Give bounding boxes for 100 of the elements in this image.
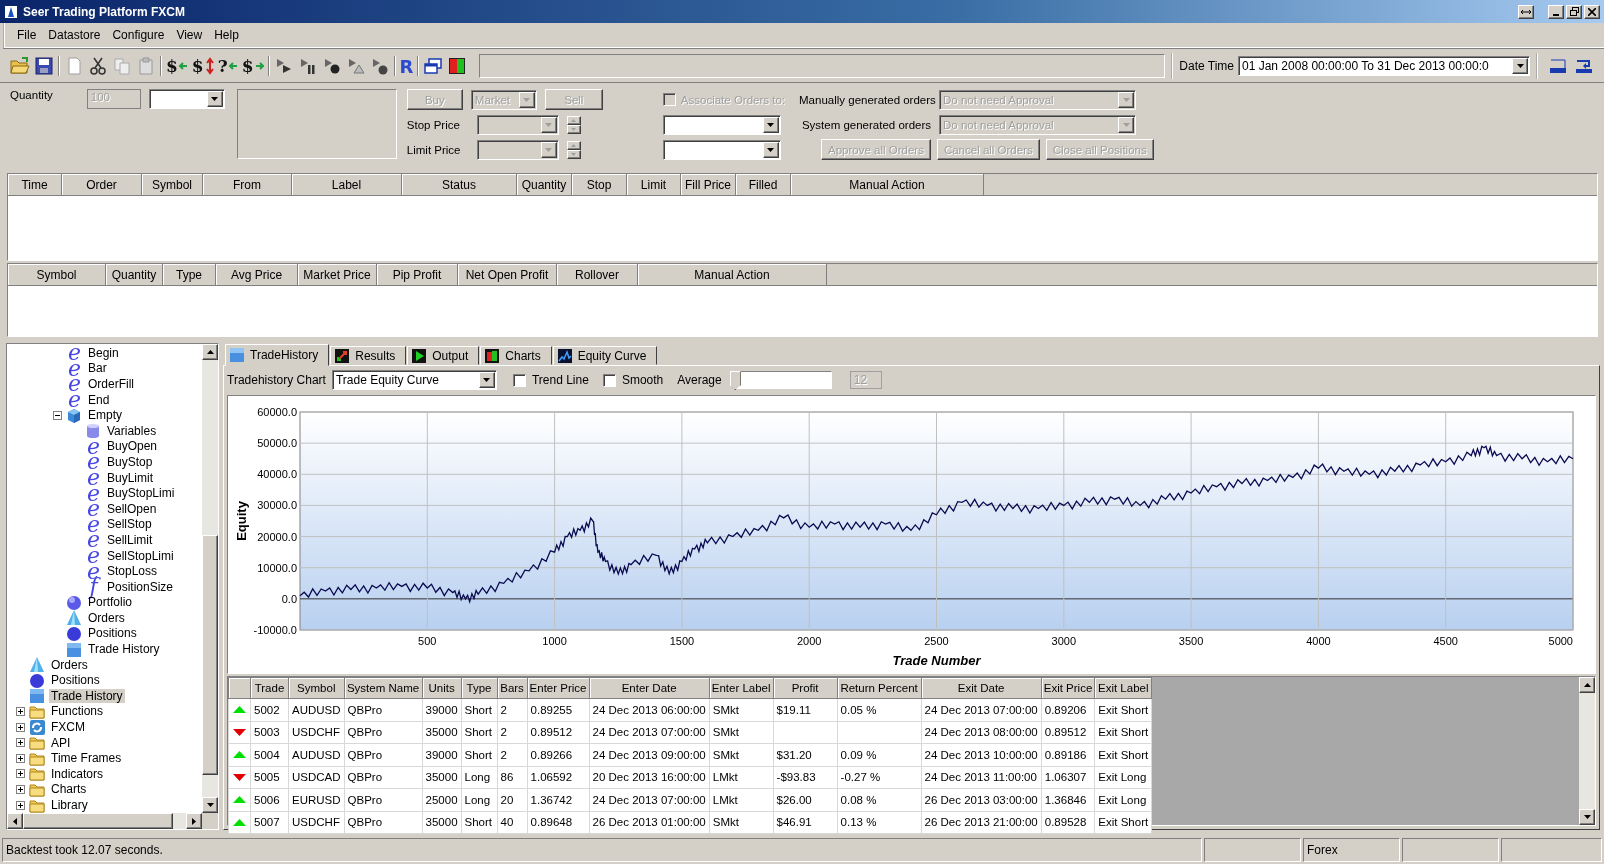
column-header[interactable]: Enter Label (709, 677, 774, 699)
column-header[interactable]: Avg Price (216, 264, 298, 286)
menu-item[interactable]: Help (208, 26, 245, 44)
collapse-toggle[interactable] (52, 410, 63, 420)
checkbox[interactable] (512, 373, 526, 387)
column-header[interactable]: Rollover (557, 264, 638, 286)
column-header[interactable]: Exit Price (1041, 677, 1095, 699)
tree-item[interactable]: Time Frames (49, 751, 124, 766)
column-header[interactable]: Manual Action (791, 174, 984, 196)
expand-toggle[interactable] (15, 706, 26, 716)
column-header[interactable]: Exit Label (1094, 677, 1152, 699)
resize-icon[interactable] (1518, 4, 1534, 19)
tree-item[interactable]: Orders (49, 657, 90, 672)
checkbox[interactable] (602, 373, 616, 387)
scrollbar[interactable] (1579, 677, 1595, 825)
column-header[interactable]: Trade (250, 677, 289, 699)
expand-toggle[interactable] (15, 722, 26, 732)
tree-item[interactable]: Positions (86, 626, 139, 641)
column-header[interactable]: Enter Date (589, 677, 710, 699)
column-header[interactable]: Enter Price (527, 677, 590, 699)
tree-item[interactable]: OrderFill (86, 377, 136, 391)
tree-item[interactable]: Indicators (49, 766, 106, 781)
tree-item[interactable]: SellLimit (105, 532, 155, 547)
tree-item[interactable]: Library (49, 798, 90, 812)
windows-icon[interactable] (423, 56, 444, 76)
column-header[interactable]: Status (402, 174, 517, 196)
column-header[interactable]: Return Percent (837, 677, 922, 699)
restore-button[interactable] (1566, 4, 1582, 19)
column-header[interactable]: From (203, 174, 292, 196)
spinner[interactable] (566, 115, 581, 134)
scrollbar[interactable] (202, 344, 218, 813)
tree-item[interactable]: Positions (49, 673, 102, 688)
tree-item[interactable]: Empty (86, 408, 124, 423)
cut-icon[interactable] (88, 56, 108, 76)
column-header[interactable]: Bars (497, 677, 528, 699)
tree-item[interactable]: SellOpen (105, 501, 159, 516)
tree-item[interactable]: Orders (86, 610, 127, 625)
tree-item[interactable]: PositionSize (105, 579, 176, 594)
column-header[interactable]: Stop (572, 174, 627, 196)
tree-item[interactable]: Trade History (49, 688, 125, 703)
menu-item[interactable]: File (11, 26, 43, 44)
associate-orders-dropdown[interactable] (662, 139, 781, 160)
save-icon[interactable] (34, 56, 54, 76)
tree-item[interactable]: End (86, 392, 112, 407)
menu-item[interactable]: Configure (106, 26, 171, 44)
slider-track[interactable] (731, 371, 832, 389)
column-header[interactable]: Exit Date (921, 677, 1042, 699)
scrollbar[interactable] (7, 813, 202, 829)
minimize-button[interactable] (1548, 4, 1564, 19)
expand-toggle[interactable] (15, 784, 26, 794)
stoplight-icon[interactable] (447, 56, 468, 76)
tree-item[interactable]: BuyStop (105, 454, 155, 469)
column-header[interactable]: Symbol (142, 174, 203, 196)
column-header[interactable]: Manual Action (638, 264, 827, 286)
spinner[interactable] (566, 140, 581, 159)
expand-toggle[interactable] (15, 800, 26, 810)
tree-item[interactable]: Begin (86, 345, 121, 360)
letter-button[interactable]: R (399, 56, 414, 76)
column-header[interactable]: Limit (627, 174, 681, 196)
tab[interactable]: Results (330, 346, 407, 365)
dock-bottom-icon[interactable] (1548, 56, 1568, 76)
tree-item[interactable]: FXCM (49, 720, 87, 735)
tree-item[interactable]: API (49, 735, 73, 750)
column-header[interactable]: Symbol (8, 264, 106, 286)
column-header[interactable]: Units (422, 677, 462, 699)
tab[interactable]: Equity Curve (552, 346, 658, 365)
column-header[interactable]: System Name (344, 677, 423, 699)
expand-toggle[interactable] (15, 738, 26, 748)
column-header[interactable]: Time (8, 174, 62, 196)
menu-item[interactable]: View (170, 26, 209, 44)
column-header[interactable]: Fill Price (681, 174, 736, 196)
column-header[interactable]: Profit (773, 677, 838, 699)
chart-type-dropdown[interactable]: Trade Equity Curve (331, 370, 497, 390)
column-header[interactable]: Market Price (298, 264, 377, 286)
column-header[interactable]: Label (292, 174, 402, 196)
tree-item[interactable]: BuyOpen (105, 439, 160, 454)
tree-item[interactable]: Charts (49, 782, 89, 797)
tab[interactable]: TradeHistory (225, 344, 330, 366)
tree-item[interactable]: Bar (86, 361, 109, 376)
tree-item[interactable]: Trade History (86, 642, 162, 657)
tab[interactable]: Output (407, 346, 480, 365)
tree-item[interactable]: Functions (49, 704, 106, 719)
column-header[interactable]: Pip Profit (377, 264, 458, 286)
menu-item[interactable]: Datastore (42, 26, 107, 44)
column-header[interactable]: Filled (736, 174, 791, 196)
column-header[interactable]: Net Open Profit (458, 264, 557, 286)
close-button[interactable] (1584, 4, 1600, 19)
tree-item[interactable]: BuyLimit (105, 470, 155, 485)
tab[interactable]: Charts (480, 346, 552, 365)
column-header[interactable]: Quantity (106, 264, 163, 286)
account-dropdown[interactable] (148, 89, 225, 109)
associate-orders-dropdown[interactable] (662, 114, 781, 135)
column-header[interactable]: Type (461, 677, 498, 699)
tree-item[interactable]: StopLoss (105, 564, 160, 579)
column-header[interactable]: Quantity (517, 174, 572, 196)
expand-toggle[interactable] (15, 753, 26, 763)
tree-item[interactable]: SellStop (105, 517, 154, 532)
tree-item[interactable]: BuyStopLimi (105, 486, 177, 501)
column-header[interactable]: Symbol (288, 677, 345, 699)
expand-toggle[interactable] (15, 769, 26, 779)
